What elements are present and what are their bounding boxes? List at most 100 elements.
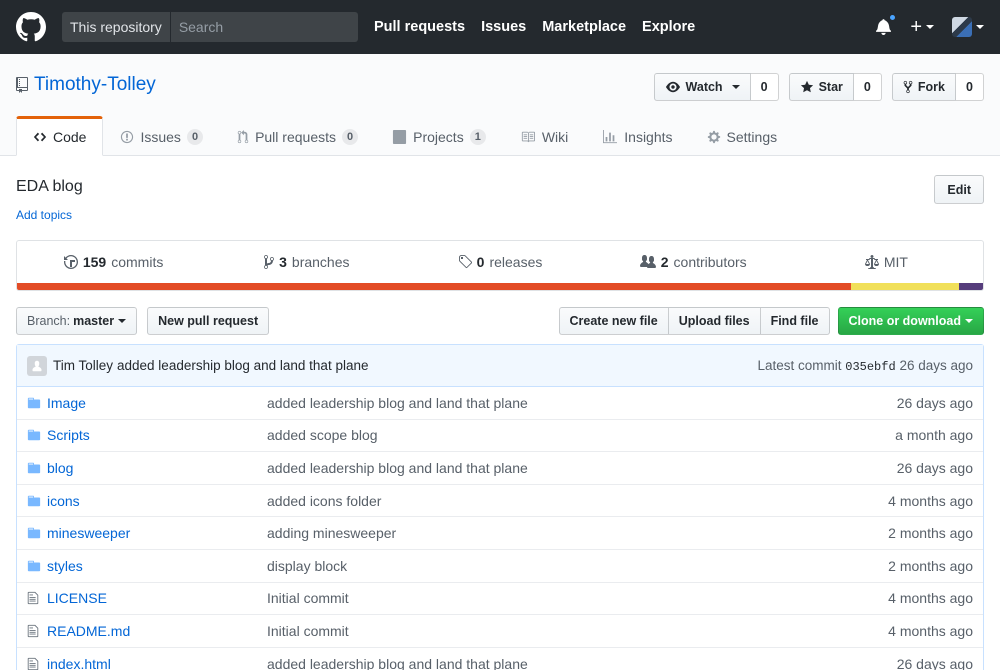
table-row: LICENSE Initial commit 4 months ago bbox=[17, 582, 983, 616]
tab-projects[interactable]: Projects 1 bbox=[375, 116, 503, 156]
fork-button[interactable]: Fork bbox=[891, 73, 956, 101]
nav-marketplace[interactable]: Marketplace bbox=[542, 19, 626, 35]
tab-code[interactable]: Code bbox=[16, 116, 104, 156]
branches-link[interactable]: 3 branches bbox=[210, 254, 403, 270]
watch-label: Watch bbox=[685, 80, 723, 94]
repo-summary: 159 commits 3 branches 0 releases 2 cont… bbox=[16, 240, 984, 291]
file-commit-message-link[interactable]: added icons folder bbox=[267, 493, 888, 509]
tab-label: Projects bbox=[413, 129, 464, 145]
file-name-link[interactable]: Image bbox=[47, 395, 267, 411]
commit-author-link[interactable]: Tim Tolley bbox=[53, 358, 113, 373]
file-name-link[interactable]: icons bbox=[47, 493, 267, 509]
commit-sha-link[interactable]: 035ebfd bbox=[845, 360, 895, 374]
branch-select-button[interactable]: Branch: master bbox=[16, 306, 138, 335]
git-branch-icon bbox=[264, 255, 275, 269]
clone-or-download-button[interactable]: Clone or download bbox=[837, 306, 984, 335]
file-list: Tim Tolley added leadership blog and lan… bbox=[16, 344, 984, 670]
fork-count[interactable]: 0 bbox=[956, 73, 984, 101]
file-commit-message-link[interactable]: added leadership blog and land that plan… bbox=[267, 395, 897, 411]
file-name-link[interactable]: blog bbox=[47, 460, 267, 476]
tag-icon bbox=[458, 255, 472, 269]
tab-wiki[interactable]: Wiki bbox=[503, 116, 585, 156]
watch-count[interactable]: 0 bbox=[750, 73, 779, 101]
branches-label: branches bbox=[291, 254, 350, 270]
clone-label: Clone or download bbox=[848, 313, 962, 328]
upload-files-button[interactable]: Upload files bbox=[667, 306, 761, 335]
tab-label: Code bbox=[53, 129, 87, 145]
file-directory-icon bbox=[27, 559, 43, 573]
latest-commit-age: 26 days ago bbox=[899, 357, 973, 373]
file-age: 4 months ago bbox=[888, 492, 973, 509]
file-age: 2 months ago bbox=[888, 525, 973, 542]
commit-message-link[interactable]: added leadership blog and land that plan… bbox=[117, 358, 368, 373]
file-commit-message-link[interactable]: added leadership blog and land that plan… bbox=[267, 656, 897, 670]
user-icon bbox=[32, 360, 42, 371]
language-segment bbox=[17, 283, 851, 290]
contributors-link[interactable]: 2 contributors bbox=[597, 254, 790, 270]
file-name-link[interactable]: LICENSE bbox=[47, 590, 267, 606]
star-label: Star bbox=[818, 80, 843, 94]
file-commit-message-link[interactable]: Initial commit bbox=[267, 590, 888, 606]
file-directory-icon bbox=[27, 396, 43, 410]
table-row: Image added leadership blog and land that… bbox=[17, 387, 983, 420]
file-name-link[interactable]: styles bbox=[47, 558, 267, 574]
language-segment bbox=[958, 283, 983, 290]
file-commit-message-link[interactable]: added scope blog bbox=[267, 427, 895, 443]
star-count[interactable]: 0 bbox=[853, 73, 882, 101]
file-commit-message-link[interactable]: display block bbox=[267, 558, 888, 574]
file-text-icon bbox=[27, 657, 43, 670]
tab-insights[interactable]: Insights bbox=[585, 116, 689, 156]
projects-counter: 1 bbox=[469, 129, 486, 145]
tab-label: Settings bbox=[726, 129, 778, 145]
star-button[interactable]: Star bbox=[788, 73, 854, 101]
file-directory-icon bbox=[27, 494, 43, 508]
tab-pull-requests[interactable]: Pull requests 0 bbox=[220, 116, 375, 156]
pull-requests-counter: 0 bbox=[342, 129, 359, 145]
file-commit-message-link[interactable]: added leadership blog and land that plan… bbox=[267, 460, 897, 476]
repo-header: Timothy-Tolley Watch 0 Star 0 Fork 0 Cod… bbox=[0, 54, 1000, 156]
license-link[interactable]: MIT bbox=[790, 254, 983, 270]
watch-button[interactable]: Watch bbox=[653, 73, 751, 101]
plus-icon: + bbox=[910, 16, 922, 38]
file-commit-message-link[interactable]: Initial commit bbox=[267, 623, 888, 639]
tab-issues[interactable]: Issues 0 bbox=[103, 116, 220, 156]
releases-link[interactable]: 0 releases bbox=[403, 254, 596, 270]
file-age: 26 days ago bbox=[896, 394, 973, 411]
watch-group: Watch 0 bbox=[653, 73, 779, 101]
repo-name-link[interactable]: Timothy-Tolley bbox=[34, 74, 156, 96]
find-file-button[interactable]: Find file bbox=[759, 306, 830, 335]
notifications-bell-icon[interactable] bbox=[876, 13, 898, 36]
caret-down-icon bbox=[731, 85, 740, 89]
file-age: a month ago bbox=[895, 427, 973, 444]
star-icon bbox=[800, 80, 813, 93]
nav-issues[interactable]: Issues bbox=[481, 19, 526, 35]
file-navigation: Branch: master New pull request Create n… bbox=[16, 306, 984, 335]
project-icon bbox=[393, 130, 407, 144]
edit-description-button[interactable]: Edit bbox=[934, 175, 984, 204]
file-name-link[interactable]: README.md bbox=[47, 623, 267, 639]
tab-settings[interactable]: Settings bbox=[690, 116, 795, 156]
file-name-link[interactable]: minesweeper bbox=[47, 525, 267, 541]
create-new-file-button[interactable]: Create new file bbox=[558, 306, 669, 335]
file-text-icon bbox=[27, 591, 43, 605]
file-commit-message-link[interactable]: adding minesweeper bbox=[267, 525, 888, 541]
github-logo-icon[interactable] bbox=[16, 12, 46, 42]
nav-pull-requests[interactable]: Pull requests bbox=[374, 19, 465, 35]
create-new-dropdown[interactable]: + bbox=[910, 17, 934, 37]
file-name-link[interactable]: Scripts bbox=[47, 427, 267, 443]
caret-down-icon bbox=[926, 25, 934, 29]
nav-explore[interactable]: Explore bbox=[642, 19, 695, 35]
tab-label: Issues bbox=[140, 129, 181, 145]
language-bar[interactable] bbox=[17, 283, 983, 290]
user-menu-dropdown[interactable] bbox=[952, 17, 984, 37]
add-topics-link[interactable]: Add topics bbox=[16, 208, 72, 222]
avatar[interactable] bbox=[27, 355, 47, 376]
branches-count: 3 bbox=[279, 254, 287, 270]
new-pull-request-button[interactable]: New pull request bbox=[147, 306, 270, 335]
search-input[interactable] bbox=[170, 12, 358, 42]
latest-commit-prefix: Latest commit bbox=[757, 357, 842, 373]
file-name-link[interactable]: index.html bbox=[47, 656, 267, 670]
commits-link[interactable]: 159 commits bbox=[17, 254, 210, 270]
star-group: Star 0 bbox=[788, 73, 882, 101]
table-row: icons added icons folder 4 months ago bbox=[17, 484, 983, 518]
